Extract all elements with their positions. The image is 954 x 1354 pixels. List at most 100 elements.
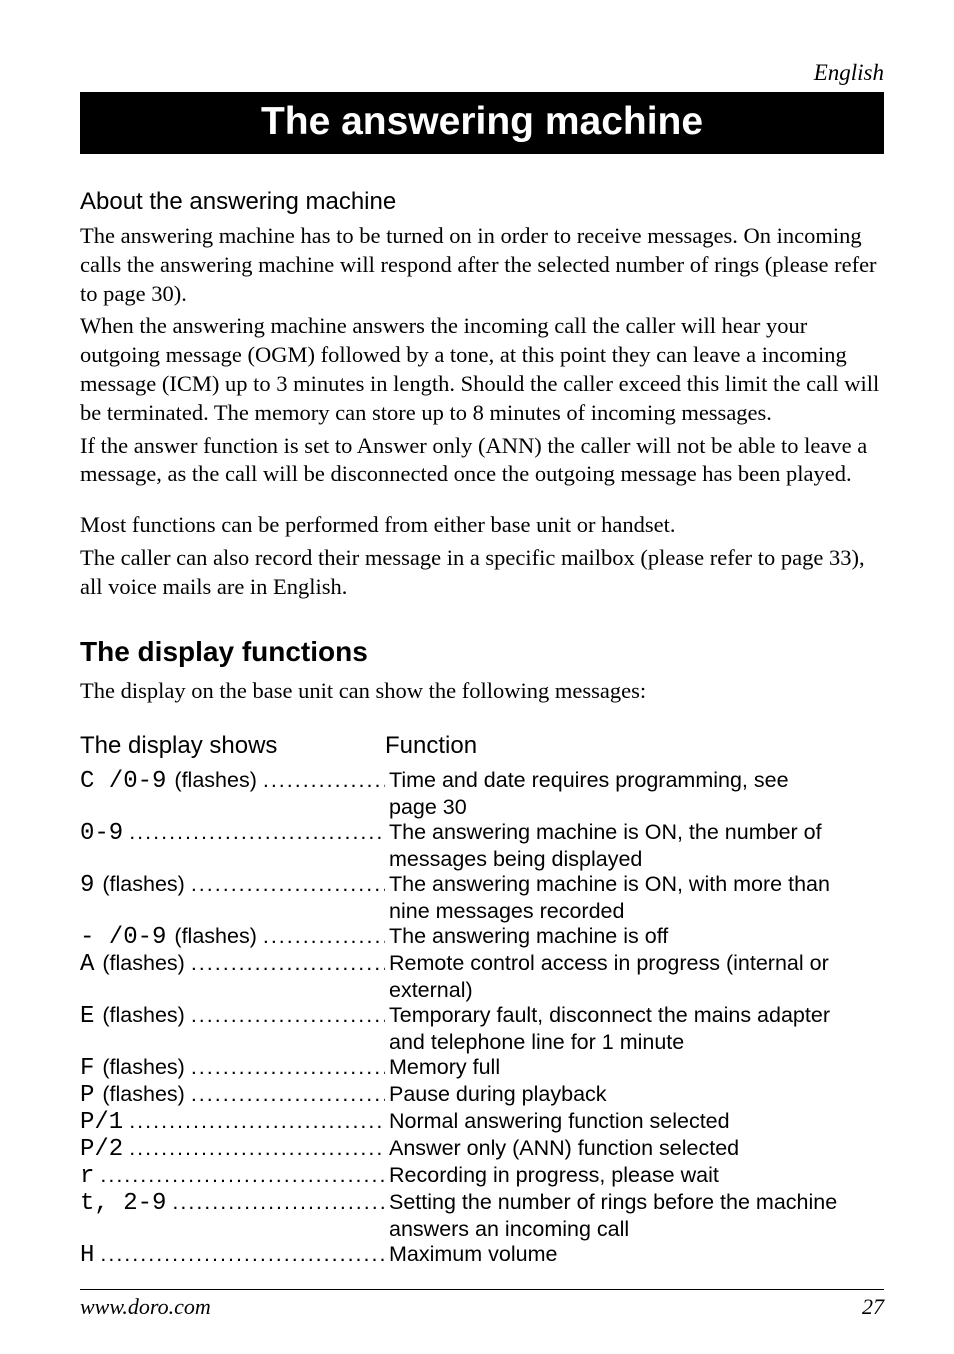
about-p1: The answering machine has to be turned o… bbox=[80, 222, 884, 308]
flashes-label: (flashes) bbox=[174, 924, 256, 949]
function-cell-continuation: answers an incoming call bbox=[385, 1217, 884, 1242]
function-cell: Setting the number of rings before the m… bbox=[385, 1190, 884, 1215]
leader-dots bbox=[191, 1082, 385, 1107]
table-row: xpage 30 bbox=[80, 795, 884, 820]
leader-dots bbox=[129, 1109, 385, 1134]
table-header: The display shows Function bbox=[80, 732, 884, 760]
page-title: The answering machine bbox=[80, 92, 884, 154]
display-code-cell: t, 2-9 bbox=[80, 1190, 385, 1217]
display-glyph: 0-9 bbox=[80, 820, 123, 847]
leader-dots bbox=[129, 820, 385, 845]
leader-dots bbox=[172, 1190, 385, 1215]
leader-dots bbox=[100, 1242, 385, 1267]
function-cell: Memory full bbox=[385, 1055, 884, 1080]
table-row: H Maximum volume bbox=[80, 1242, 884, 1269]
display-code-cell: P (flashes) bbox=[80, 1082, 385, 1109]
display-code-cell: r bbox=[80, 1163, 385, 1190]
table-row: t, 2-9 Setting the number of rings befor… bbox=[80, 1190, 884, 1217]
leader-dots bbox=[129, 1136, 385, 1161]
about-heading: About the answering machine bbox=[80, 188, 884, 216]
function-cell: Recording in progress, please wait bbox=[385, 1163, 884, 1188]
table-row: P (flashes) Pause during playback bbox=[80, 1082, 884, 1109]
display-table: C /0-9 (flashes) Time and date requires … bbox=[80, 768, 884, 1269]
display-glyph: F bbox=[80, 1055, 94, 1082]
display-code-cell: A (flashes) bbox=[80, 951, 385, 978]
display-glyph: t, 2-9 bbox=[80, 1190, 166, 1217]
display-glyph: A bbox=[80, 951, 94, 978]
table-row: E (flashes) Temporary fault, disconnect … bbox=[80, 1003, 884, 1030]
leader-dots bbox=[191, 872, 385, 897]
function-cell: The answering machine is off bbox=[385, 924, 884, 949]
function-cell: Normal answering function selected bbox=[385, 1109, 884, 1134]
display-glyph: r bbox=[80, 1163, 94, 1190]
display-code-cell: P/1 bbox=[80, 1109, 385, 1136]
table-row: P/1 Normal answering function selected bbox=[80, 1109, 884, 1136]
function-cell: The answering machine is ON, the number … bbox=[385, 820, 884, 845]
table-row: - /0-9 (flashes) The answering machine i… bbox=[80, 924, 884, 951]
col-header-right: Function bbox=[385, 732, 477, 760]
page-footer: www.doro.com 27 bbox=[80, 1289, 884, 1320]
display-code-cell: H bbox=[80, 1242, 385, 1269]
function-cell: Maximum volume bbox=[385, 1242, 884, 1267]
table-row: A (flashes) Remote control access in pro… bbox=[80, 951, 884, 978]
leader-dots bbox=[191, 951, 385, 976]
table-row: 0-9 The answering machine is ON, the num… bbox=[80, 820, 884, 847]
display-code-cell: C /0-9 (flashes) bbox=[80, 768, 385, 795]
function-cell-continuation: page 30 bbox=[385, 795, 884, 820]
col-header-left: The display shows bbox=[80, 732, 385, 760]
about-p5: The caller can also record their message… bbox=[80, 544, 884, 602]
about-p3: If the answer function is set to Answer … bbox=[80, 432, 884, 490]
display-code-cell: 9 (flashes) bbox=[80, 872, 385, 899]
leader-dots bbox=[191, 1003, 385, 1028]
function-cell: Temporary fault, disconnect the mains ad… bbox=[385, 1003, 884, 1028]
display-glyph: C /0-9 bbox=[80, 768, 166, 795]
flashes-label: (flashes) bbox=[102, 1055, 184, 1080]
table-row: F (flashes) Memory full bbox=[80, 1055, 884, 1082]
display-functions-intro: The display on the base unit can show th… bbox=[80, 678, 884, 704]
table-row: C /0-9 (flashes) Time and date requires … bbox=[80, 768, 884, 795]
leader-dots bbox=[263, 768, 385, 793]
function-cell-continuation: messages being displayed bbox=[385, 847, 884, 872]
display-code-cell: 0-9 bbox=[80, 820, 385, 847]
flashes-label: (flashes) bbox=[102, 1003, 184, 1028]
display-glyph: 9 bbox=[80, 872, 94, 899]
table-row: xanswers an incoming call bbox=[80, 1217, 884, 1242]
table-row: r Recording in progress, please wait bbox=[80, 1163, 884, 1190]
display-glyph: P bbox=[80, 1082, 94, 1109]
flashes-label: (flashes) bbox=[102, 951, 184, 976]
function-cell-continuation: and telephone line for 1 minute bbox=[385, 1030, 884, 1055]
leader-dots bbox=[191, 1055, 385, 1080]
function-cell: Time and date requires programming, see bbox=[385, 768, 884, 793]
footer-page-number: 27 bbox=[862, 1294, 884, 1320]
about-p2: When the answering machine answers the i… bbox=[80, 312, 884, 427]
display-glyph: H bbox=[80, 1242, 94, 1269]
display-glyph: E bbox=[80, 1003, 94, 1030]
display-code-cell: - /0-9 (flashes) bbox=[80, 924, 385, 951]
function-cell: Pause during playback bbox=[385, 1082, 884, 1107]
flashes-label: (flashes) bbox=[174, 768, 256, 793]
display-functions-heading: The display functions bbox=[80, 636, 884, 668]
display-glyph: - /0-9 bbox=[80, 924, 166, 951]
function-cell-continuation: external) bbox=[385, 978, 884, 1003]
function-cell: Remote control access in progress (inter… bbox=[385, 951, 884, 976]
function-cell-continuation: nine messages recorded bbox=[385, 899, 884, 924]
display-glyph: P/2 bbox=[80, 1136, 123, 1163]
leader-dots bbox=[263, 924, 385, 949]
leader-dots bbox=[100, 1163, 385, 1188]
table-row: xmessages being displayed bbox=[80, 847, 884, 872]
function-cell: The answering machine is ON, with more t… bbox=[385, 872, 884, 897]
function-cell: Answer only (ANN) function selected bbox=[385, 1136, 884, 1161]
language-label: English bbox=[80, 60, 884, 86]
table-row: 9 (flashes) The answering machine is ON,… bbox=[80, 872, 884, 899]
table-row: P/2 Answer only (ANN) function selected bbox=[80, 1136, 884, 1163]
table-row: xand telephone line for 1 minute bbox=[80, 1030, 884, 1055]
display-code-cell: P/2 bbox=[80, 1136, 385, 1163]
flashes-label: (flashes) bbox=[102, 872, 184, 897]
display-glyph: P/1 bbox=[80, 1109, 123, 1136]
flashes-label: (flashes) bbox=[102, 1082, 184, 1107]
table-row: xexternal) bbox=[80, 978, 884, 1003]
footer-url: www.doro.com bbox=[80, 1294, 211, 1320]
display-code-cell: E (flashes) bbox=[80, 1003, 385, 1030]
display-code-cell: F (flashes) bbox=[80, 1055, 385, 1082]
table-row: xnine messages recorded bbox=[80, 899, 884, 924]
